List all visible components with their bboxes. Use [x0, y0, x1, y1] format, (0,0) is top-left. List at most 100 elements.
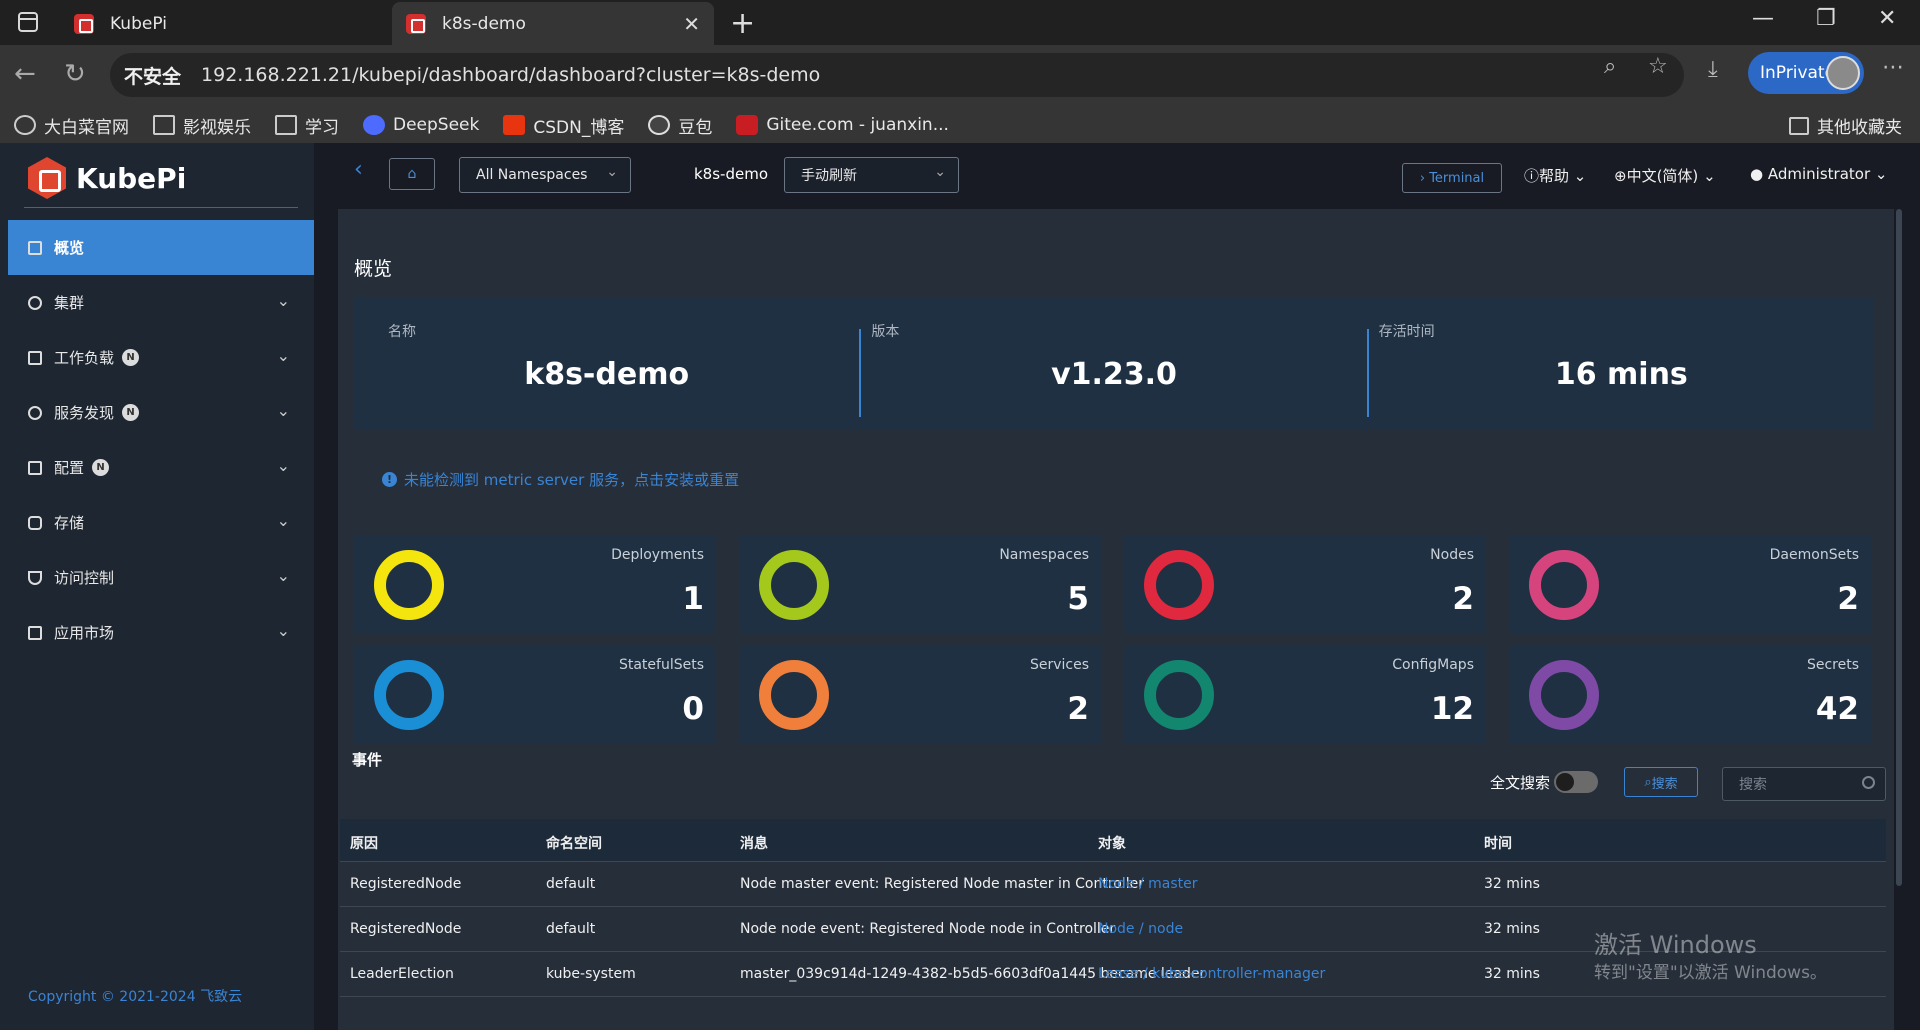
cluster-name: k8s-demo [694, 165, 768, 183]
sidebar-item-workloads[interactable]: 工作负载 N ⌄ [8, 330, 314, 385]
browser-tab-kubepi[interactable]: KubePi ✕ [60, 2, 444, 45]
copyright[interactable]: Copyright © 2021-2024 飞致云 [28, 986, 242, 1006]
resource-card[interactable]: Services 2 [739, 645, 1101, 743]
metric-server-notice[interactable]: ! 未能检测到 metric server 服务，点击安装或重置 [382, 469, 739, 490]
sidebar-item-service-discovery[interactable]: 服务发现 N ⌄ [8, 385, 314, 440]
bookmark-item[interactable]: 学习 [275, 113, 339, 138]
resource-card[interactable]: Secrets 42 [1509, 645, 1871, 743]
activation-watermark-text: 转到"设置"以激活 Windows。 [1594, 963, 1827, 983]
info-value: k8s-demo [524, 357, 690, 392]
column-header[interactable]: 原因 [350, 833, 378, 853]
kubepi-logo-icon [28, 157, 66, 199]
sidebar-item-overview[interactable]: 概览 [8, 220, 314, 275]
folder-icon [275, 115, 297, 135]
sidebar-item-cluster[interactable]: 集群 ⌄ [8, 275, 314, 330]
resource-card[interactable]: Nodes 2 [1124, 535, 1486, 633]
namespace-select-value: All Namespaces [476, 167, 588, 183]
url-text: 192.168.221.21/kubepi/dashboard/dashboar… [201, 64, 821, 86]
close-window-icon[interactable]: ✕ [1878, 6, 1896, 31]
terminal-button[interactable]: › Terminal [1402, 163, 1502, 193]
user-menu[interactable]: ● Administrator ⌄ [1750, 165, 1887, 183]
resource-card[interactable]: Namespaces 5 [739, 535, 1101, 633]
zoom-icon[interactable]: ⌕ [1604, 54, 1616, 79]
inprivate-button[interactable]: InPrivate [1748, 52, 1864, 94]
bookmark-item[interactable]: CSDN_博客 [503, 113, 624, 138]
bookmark-label: 豆包 [678, 117, 713, 138]
other-bookmarks[interactable]: 其他收藏夹 [1789, 113, 1902, 138]
resource-card[interactable]: Deployments 1 [354, 535, 716, 633]
page-title: 概览 [354, 258, 393, 280]
column-header[interactable]: 对象 [1098, 833, 1126, 853]
cell-time: 32 mins [1484, 966, 1540, 982]
cell-object-link[interactable]: Node / master [1098, 876, 1198, 892]
cell-object-link[interactable]: Node / node [1098, 921, 1183, 937]
column-header[interactable]: 消息 [740, 833, 768, 853]
bookmark-item[interactable]: 影视娱乐 [153, 113, 251, 138]
minimize-icon[interactable]: — [1752, 6, 1774, 31]
resource-card[interactable]: StatefulSets 0 [354, 645, 716, 743]
kubepi-app: KubePi 概览 集群 ⌄ 工作负载 N ⌄ 服务发现 N ⌄ 配置 N ⌄ 存储 ⌄ 访问控… [0, 143, 1920, 1030]
sidebar-item-config[interactable]: 配置 N ⌄ [8, 440, 314, 495]
donut-icon [759, 550, 829, 620]
bookmark-item[interactable]: 豆包 [648, 113, 712, 138]
resource-card[interactable]: DaemonSets 2 [1509, 535, 1871, 633]
close-tab-icon[interactable]: ✕ [683, 12, 700, 36]
kubepi-logo[interactable]: KubePi [28, 157, 186, 199]
donut-icon [1144, 550, 1214, 620]
restore-icon[interactable]: ❐ [1816, 6, 1836, 31]
info-label: 版本 [871, 324, 900, 340]
sidebar-item-access-control[interactable]: 访问控制 ⌄ [8, 550, 314, 605]
globe-icon: ⊕ [1614, 167, 1627, 185]
card-label: Secrets [1806, 657, 1859, 673]
home-button[interactable]: ⌂ [389, 158, 435, 190]
database-icon [28, 515, 42, 530]
more-menu-icon[interactable]: ⋯ [1882, 55, 1904, 80]
bookmark-label: 影视娱乐 [183, 117, 251, 138]
scrollbar[interactable] [1896, 209, 1902, 886]
bookmark-item[interactable]: 大白菜官网 [14, 113, 129, 138]
search-button[interactable]: ⌕ 搜索 [1624, 767, 1698, 797]
sidebar-item-label: 集群 [54, 294, 85, 312]
sidebar-item-storage[interactable]: 存储 ⌄ [8, 495, 314, 550]
deepseek-icon [363, 115, 385, 135]
bookmark-item[interactable]: Gitee.com - juanxin... [736, 115, 949, 135]
reload-icon[interactable]: ↻ [64, 59, 86, 89]
toggle-switch[interactable] [1554, 771, 1599, 793]
back-arrow-icon[interactable]: ← [14, 59, 36, 89]
fulltext-search-toggle[interactable]: 全文搜索 [1490, 771, 1599, 793]
cell-reason: RegisteredNode [350, 921, 462, 937]
sidebar-item-app-market[interactable]: 应用市场 ⌄ [8, 605, 314, 660]
namespace-select[interactable]: All Namespaces ⌄ [459, 157, 631, 193]
config-icon [28, 460, 42, 475]
bookmarks-bar: 大白菜官网 影视娱乐 学习 DeepSeek CSDN_博客 豆包 Gitee.… [0, 107, 1920, 143]
new-badge: N [122, 349, 140, 366]
sidebar-item-label: 概览 [54, 239, 85, 257]
search-input[interactable]: 搜索 [1722, 767, 1886, 801]
language-menu[interactable]: ⊕中文(简体) ⌄ [1614, 165, 1716, 186]
column-header[interactable]: 时间 [1484, 833, 1512, 853]
divider [24, 207, 298, 208]
collapse-sidebar-icon[interactable]: ‹ [354, 157, 363, 182]
donut-icon [1529, 660, 1599, 730]
bookmark-label: CSDN_博客 [533, 117, 625, 138]
url-input[interactable]: 不安全 192.168.221.21/kubepi/dashboard/dash… [110, 53, 1684, 97]
bookmark-item[interactable]: DeepSeek [363, 115, 479, 135]
not-secure-label[interactable]: 不安全 [124, 62, 181, 89]
chevron-down-icon: ⌄ [276, 346, 290, 365]
tab-actions-icon[interactable] [18, 12, 38, 32]
info-value: 16 mins [1554, 357, 1688, 392]
new-badge: N [92, 459, 110, 476]
card-value: 5 [1067, 581, 1089, 617]
refresh-select[interactable]: 手动刷新 ⌄ [784, 157, 959, 193]
cell-object-link[interactable]: Lease / kube-controller-manager [1098, 966, 1325, 982]
favorite-star-icon[interactable]: ☆ [1648, 54, 1668, 79]
table-header: 原因 命名空间 消息 对象 时间 [340, 819, 1886, 862]
column-header[interactable]: 命名空间 [546, 833, 602, 853]
new-tab-icon[interactable]: + [730, 6, 755, 41]
browser-tab-k8s-demo[interactable]: k8s-demo ✕ [392, 2, 714, 45]
profile-avatar [1826, 56, 1860, 90]
activation-watermark-title: 激活 Windows [1594, 931, 1757, 959]
resource-card[interactable]: ConfigMaps 12 [1124, 645, 1486, 743]
download-icon[interactable]: ⤓ [1708, 57, 1718, 82]
help-menu[interactable]: ⓘ帮助 ⌄ [1524, 165, 1586, 186]
